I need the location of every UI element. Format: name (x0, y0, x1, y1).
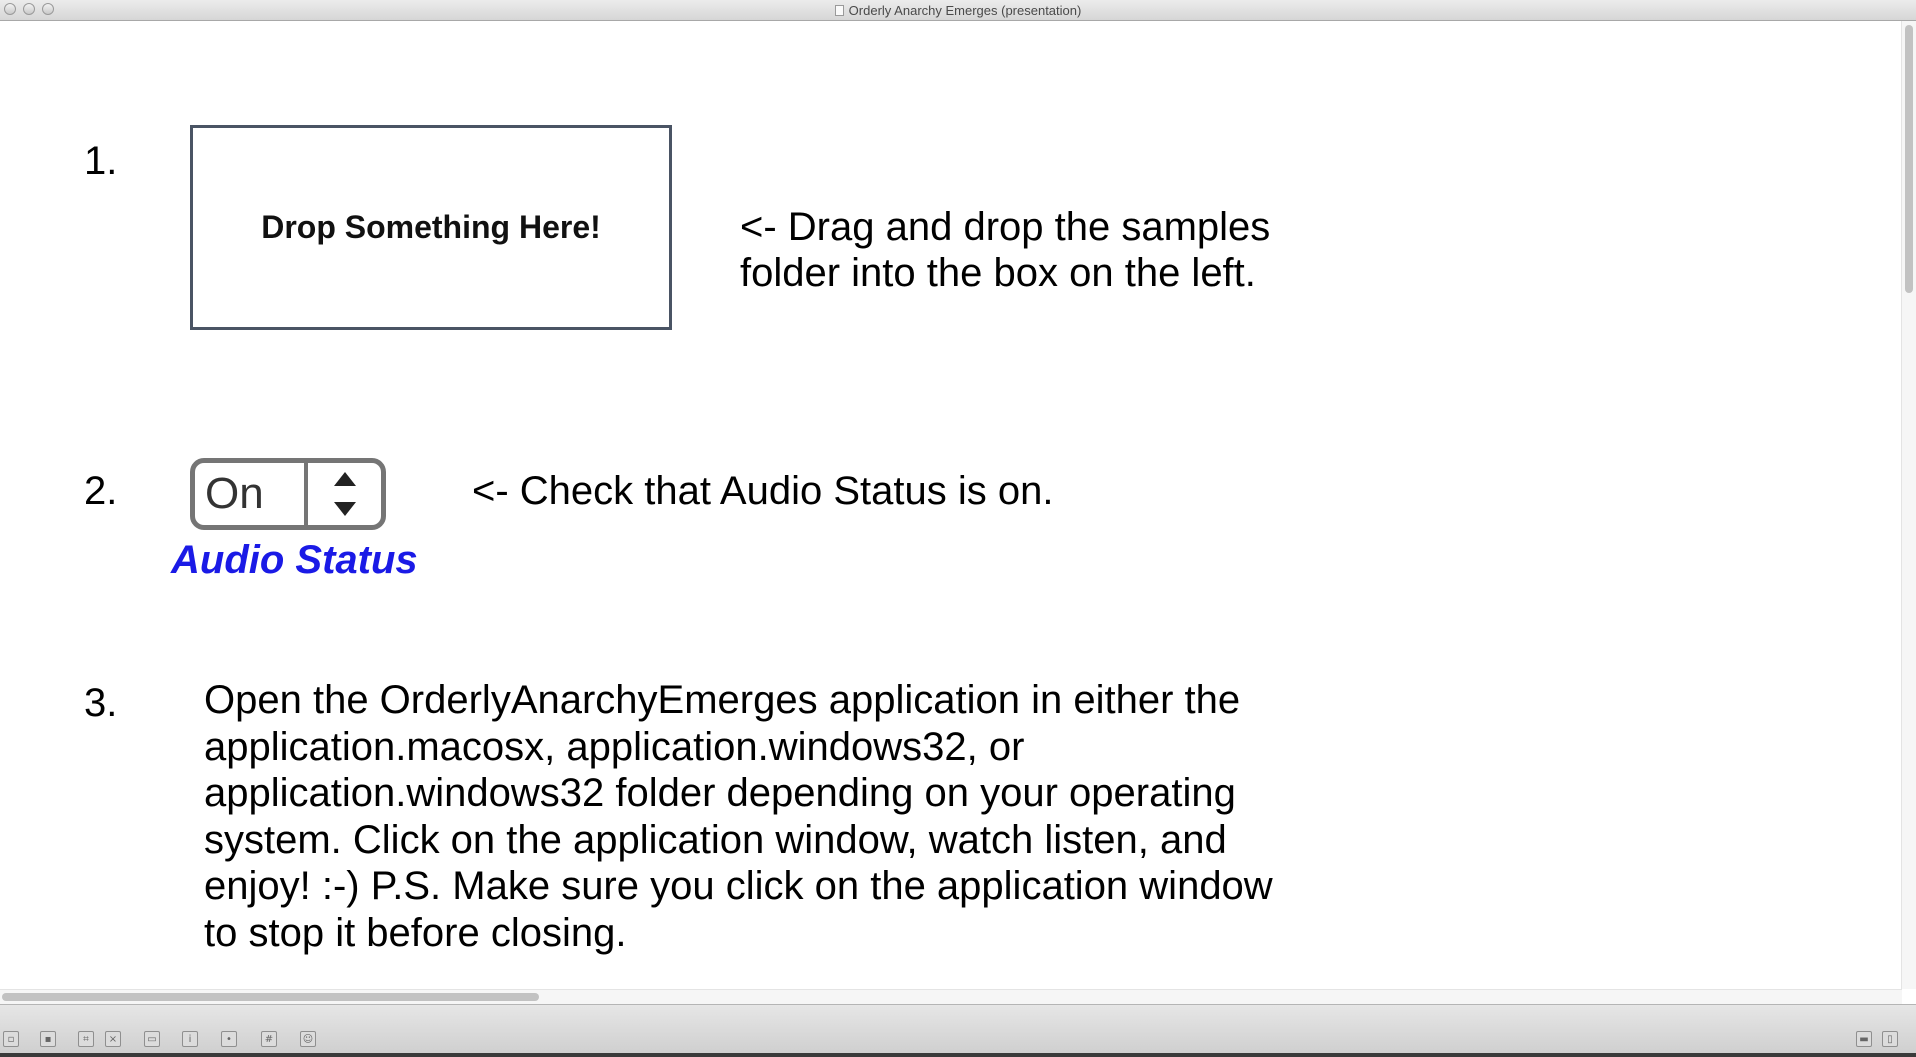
horizontal-scroll-thumb[interactable] (2, 993, 539, 1001)
audio-status-arrows[interactable] (308, 463, 381, 525)
document-icon (834, 4, 844, 16)
vertical-scrollbar[interactable] (1901, 21, 1916, 989)
step-2-instruction: <- Check that Audio Status is on. (472, 469, 1054, 513)
horizontal-scrollbar[interactable] (0, 989, 1902, 1004)
drop-zone-label: Drop Something Here! (261, 209, 601, 245)
edit-mode-icon[interactable]: ▪ (40, 1031, 56, 1047)
sidebar-icon[interactable]: ▯ (1882, 1031, 1898, 1047)
step-2-number: 2. (84, 469, 118, 513)
vertical-scroll-thumb[interactable] (1905, 25, 1913, 293)
step-3-instruction: Open the OrderlyAnarchyEmerges applicati… (204, 678, 1273, 955)
patcher-toolbar (0, 1004, 1916, 1053)
split-view-icon[interactable]: ▬ (1856, 1031, 1872, 1047)
presentation-window: Orderly Anarchy Emerges (presentation) 1… (0, 0, 1916, 1053)
step-3-number: 3. (84, 681, 118, 725)
clue-icon[interactable]: ☺ (300, 1031, 316, 1047)
drop-zone[interactable]: Drop Something Here! (190, 125, 672, 330)
arrow-down-icon[interactable] (333, 502, 356, 516)
presentation-icon[interactable]: ▭ (144, 1031, 160, 1047)
step-1-instruction-line-1: <- Drag and drop the samples (740, 205, 1271, 249)
audio-status-value: On (195, 463, 308, 525)
step-1-instruction-line-2: folder into the box on the left. (740, 251, 1256, 295)
arrow-up-icon[interactable] (333, 472, 356, 486)
audio-status-label: Audio Status (171, 538, 418, 582)
patcher-icon[interactable]: ⌗ (78, 1031, 94, 1047)
window-title-container: Orderly Anarchy Emerges (presentation) (0, 0, 1916, 20)
delete-icon[interactable]: × (105, 1031, 121, 1047)
window-title: Orderly Anarchy Emerges (presentation) (848, 2, 1082, 18)
lock-icon[interactable]: ▫ (3, 1031, 19, 1047)
audio-status-menu[interactable]: On (190, 458, 386, 530)
step-1-number: 1. (84, 139, 118, 183)
info-icon[interactable]: i (182, 1031, 198, 1047)
grid-icon[interactable]: # (261, 1031, 277, 1047)
inspector-icon[interactable]: • (221, 1031, 237, 1047)
presentation-canvas: 1. Drop Something Here! <- Drag and drop… (0, 21, 1902, 989)
title-bar: Orderly Anarchy Emerges (presentation) (0, 0, 1916, 21)
